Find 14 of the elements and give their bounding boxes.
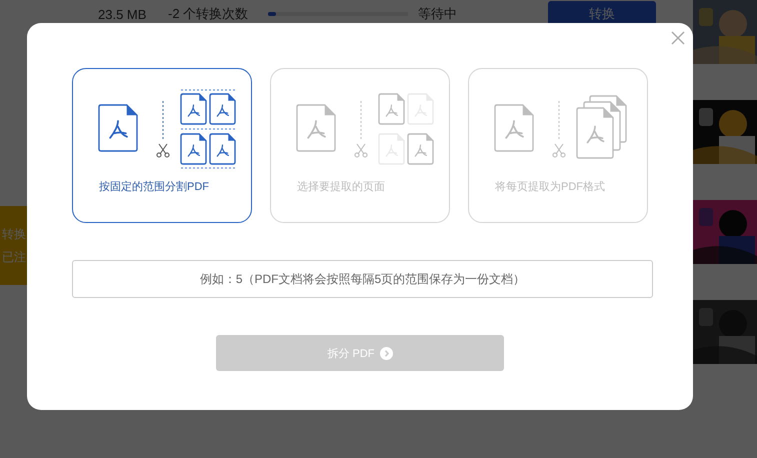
split-option-card[interactable]: 将每页提取为PDF格式: [468, 68, 648, 223]
conversion-count: -2 个转换次数: [168, 5, 250, 23]
option-label: 按固定的范围分割PDF: [98, 180, 210, 194]
option-label: 将每页提取为PDF格式: [494, 180, 606, 194]
status-text: 等待中: [418, 5, 458, 23]
file-size: 23.5 MB: [98, 6, 148, 22]
close-icon[interactable]: [671, 31, 685, 45]
split-option-card[interactable]: 选择要提取的页面: [270, 68, 450, 223]
split-option-card[interactable]: 按固定的范围分割PDF: [72, 68, 252, 223]
page-range-input[interactable]: 例如：5（PDF文档将会按照每隔5页的范围保存为一份文档）: [72, 260, 653, 298]
banner-text: 转换: [2, 226, 27, 242]
option-label: 选择要提取的页面: [296, 180, 386, 194]
banner-text: 已注: [2, 248, 27, 266]
chevron-right-icon: [380, 346, 393, 360]
